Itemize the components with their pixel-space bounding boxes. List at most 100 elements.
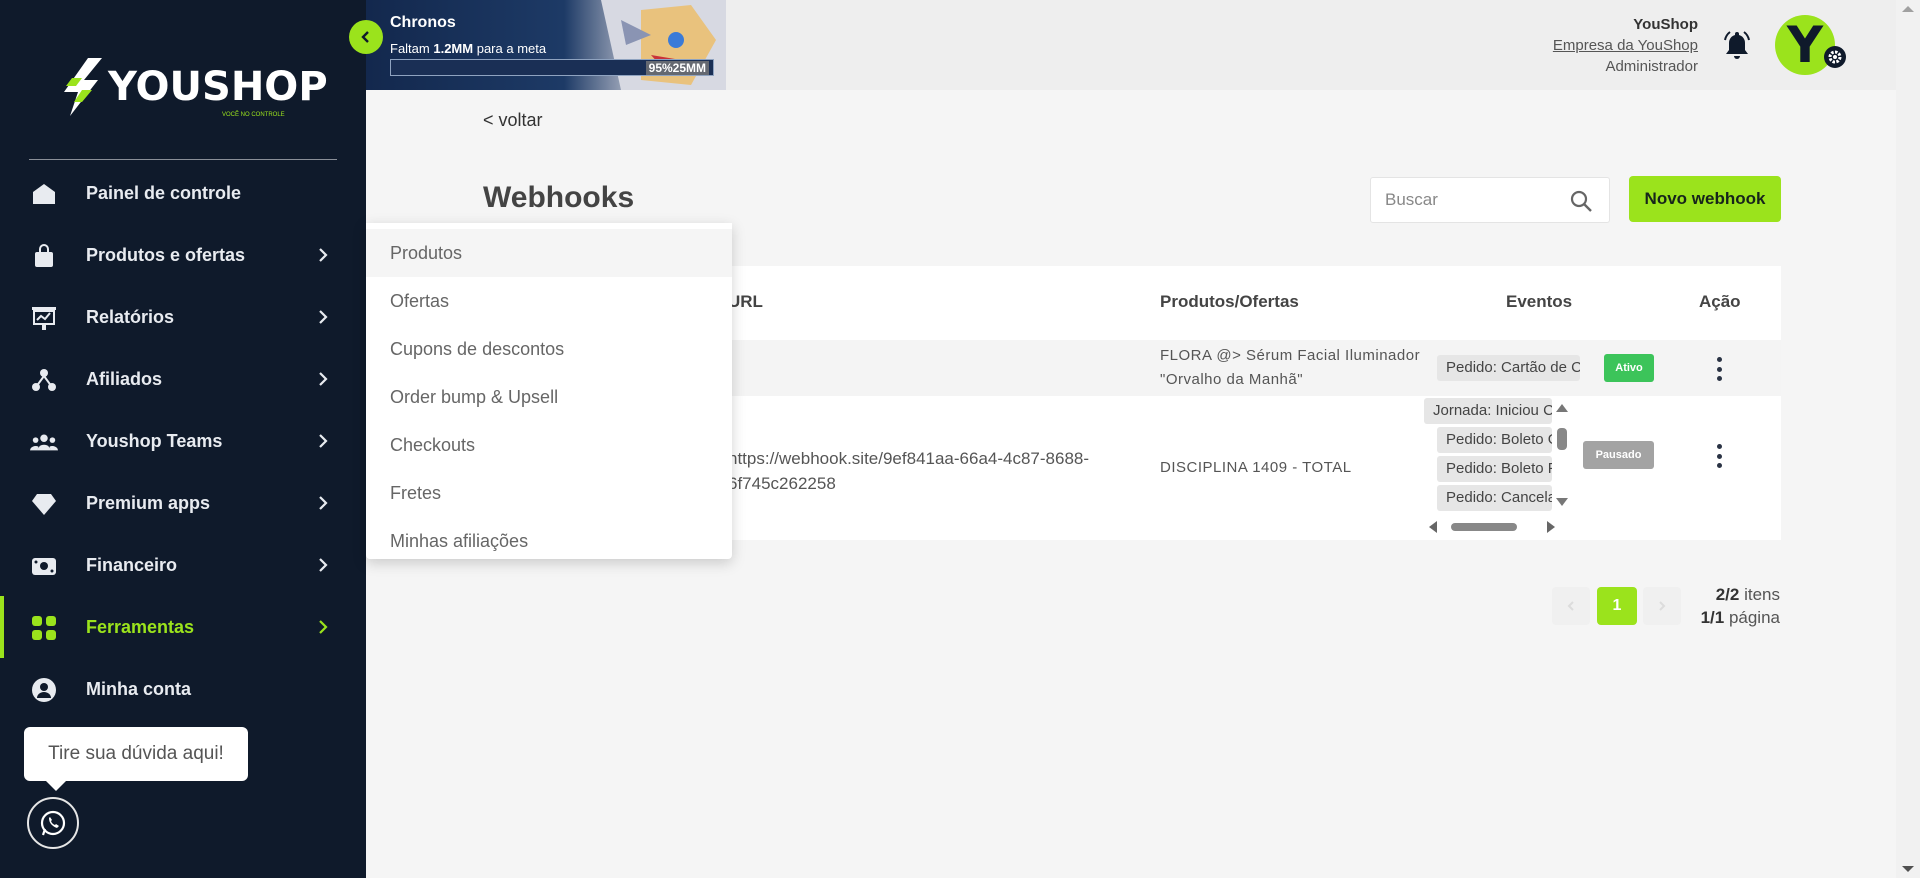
sidebar-item-label: Minha conta [86,678,192,699]
sidebar-item-financeiro[interactable]: Financeiro [0,534,366,596]
sidebar-item-label: Painel de controle [86,182,242,203]
chevron-right-icon [319,434,328,448]
page-title: Webhooks [483,181,635,214]
chevron-right-icon [319,620,328,634]
column-header-url: URL [728,292,763,311]
event-chip: Jornada: Iniciou Ch [1424,398,1552,424]
search-input[interactable] [1385,190,1565,210]
chevron-left-icon [361,31,369,43]
bell-icon [1724,31,1750,59]
banner-subtitle: Faltam 1.2MM para a meta [390,41,546,56]
chevron-right-icon [1659,601,1666,611]
sidebar-item-produtos[interactable]: Produtos e ofertas [0,224,366,286]
chevron-right-icon [319,558,328,572]
sidebar-item-afiliados[interactable]: Afiliados [0,348,366,410]
sidebar-nav: Painel de controle Produtos e ofertas Re… [0,162,366,720]
submenu-item-cupons[interactable]: Cupons de descontos [366,325,732,373]
submenu-item-produtos[interactable]: Produtos [366,229,732,277]
diamond-icon [30,491,58,517]
logo-text: YOUSHOP [108,64,328,110]
search-box [1370,177,1610,223]
page-scrollbar[interactable] [1896,0,1920,878]
items-label: itens [1744,585,1780,604]
sidebar-item-label: Relatórios [86,306,175,327]
chevron-left-icon [1567,601,1574,611]
banner-subtitle-value: 1.2MM [433,41,474,56]
row-product-line: "Orvalho da Manhã" [1160,371,1304,388]
event-chip: Pedido: Cartão de Cr [1437,355,1580,381]
team-icon [30,429,58,455]
submenu-item-fretes[interactable]: Fretes [366,469,732,517]
whatsapp-icon [40,810,66,836]
gear-icon [1828,50,1842,64]
banner-character-art [601,0,726,90]
chevron-right-icon [319,372,328,386]
pages-label: página [1728,608,1780,627]
sidebar-item-teams[interactable]: Youshop Teams [0,410,366,472]
pages-count: 1/1 [1700,608,1725,627]
goal-progress-bar: 95%25MM [390,59,714,76]
home-icon [30,181,58,207]
submenu-item-ofertas[interactable]: Ofertas [366,277,732,325]
banner-subtitle-prefix: Faltam [390,41,430,56]
status-badge: Ativo [1604,354,1654,382]
youshop-logo[interactable]: YOUSHOP [58,56,328,118]
column-header-action: Ação [1699,292,1741,311]
column-header-products: Produtos/Ofertas [1160,292,1299,311]
row-product-line: FLORA @> Sérum Facial Iluminador [1160,347,1421,364]
user-info: YouShop Empresa da YouShop Administrador [1553,14,1698,77]
row-actions-menu[interactable] [1715,357,1723,381]
sidebar-item-label: Produtos e ofertas [86,244,246,265]
network-icon [30,367,58,393]
back-link[interactable]: < voltar [483,110,543,131]
bag-icon [30,243,58,269]
user-name: YouShop [1633,16,1698,33]
submenu-item-afiliacoes[interactable]: Minhas afiliações [366,517,732,565]
items-count: 2/2 [1715,585,1740,604]
goal-banner[interactable]: Chronos Faltam 1.2MM para a meta 95%25MM [366,0,726,90]
money-icon [30,553,58,579]
row-actions-menu[interactable] [1715,444,1723,468]
help-tooltip: Tire sua dúvida aqui! [24,727,248,791]
status-badge: Pausado [1583,441,1654,469]
pager-prev-button[interactable] [1552,587,1590,625]
chevron-right-icon [319,310,328,324]
sidebar-divider [29,159,337,160]
whatsapp-button[interactable] [27,797,79,849]
row-url-line: 6f745c262258 [728,474,836,493]
search-icon[interactable] [1569,189,1593,213]
sidebar-item-label: Financeiro [86,554,178,575]
new-webhook-button[interactable]: Novo webhook [1629,176,1781,222]
settings-gear-button[interactable] [1824,46,1846,68]
sidebar-item-label: Ferramentas [86,616,195,637]
grid-icon [30,615,58,641]
logo-tagline: VOCÊ NO CONTROLE [222,112,285,118]
company-link[interactable]: Empresa da YouShop [1553,35,1698,56]
collapse-sidebar-button[interactable] [349,20,383,54]
sidebar-item-relatorios[interactable]: Relatórios [0,286,366,348]
sidebar-item-ferramentas[interactable]: Ferramentas [0,596,366,658]
row-url: https://webhook.site/9ef841aa-66a4-4c87-… [728,446,1089,496]
sidebar-item-minha-conta[interactable]: Minha conta [0,658,366,720]
row-product-line: DISCIPLINA 1409 - TOTAL [1160,459,1352,476]
pager-current-page[interactable]: 1 [1597,587,1637,625]
event-chip: Pedido: Boleto Pa [1437,456,1552,482]
sidebar-item-label: Premium apps [86,492,211,513]
logo-mark-icon [58,56,106,118]
row-url-line: https://webhook.site/9ef841aa-66a4-4c87-… [728,449,1090,468]
sidebar-item-label: Afiliados [86,368,163,389]
submenu-item-order-bump[interactable]: Order bump & Upsell [366,373,732,421]
sidebar-item-premium[interactable]: Premium apps [0,472,366,534]
event-chip: Pedido: Cancelado [1437,485,1552,511]
sidebar-item-painel[interactable]: Painel de controle [0,162,366,224]
report-icon [30,305,58,331]
column-header-events: Eventos [1506,292,1573,311]
events-horizontal-scrollbar[interactable] [1427,520,1557,534]
user-avatar[interactable]: Y [1775,15,1835,75]
notifications-button[interactable] [1723,30,1751,60]
goal-progress-text: 95%25MM [645,61,709,75]
events-vertical-scrollbar[interactable] [1555,402,1569,512]
submenu-item-checkouts[interactable]: Checkouts [366,421,732,469]
user-circle-icon [30,677,58,703]
pager-next-button[interactable] [1643,587,1681,625]
